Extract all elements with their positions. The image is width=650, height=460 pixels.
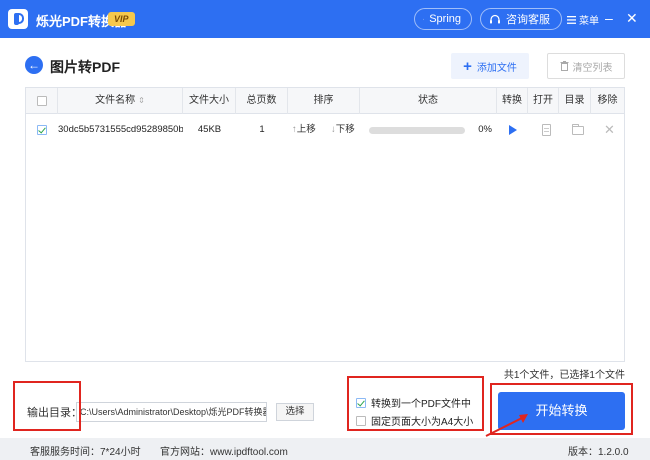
page-title: 图片转PDF xyxy=(50,59,120,75)
remove-icon[interactable]: ✕ xyxy=(604,122,615,138)
title-bar: 烁光PDF转换器 VIP Spring 咨询客服 菜单 – ✕ xyxy=(0,0,650,38)
file-size: 45KB xyxy=(197,124,222,135)
move-up-button[interactable]: ↑上移 xyxy=(292,115,322,145)
move-down-button[interactable]: ↓下移 xyxy=(331,115,361,145)
version: 版本：1.2.0.0 xyxy=(568,447,629,458)
file-name: 30dc5b5731555cd95289850b0b... xyxy=(58,124,183,135)
status-footer: 客服服务时间：7*24小时 官方网站：www.ipdftool.com 版本：1… xyxy=(0,438,650,460)
page-count: 1 xyxy=(259,124,265,135)
clear-list-label: 清空列表 xyxy=(572,62,613,74)
add-file-button[interactable]: + 添加文件 xyxy=(451,53,529,79)
header-open: 打开 xyxy=(528,88,559,114)
user-name: Spring xyxy=(429,13,461,25)
annotation-box-options xyxy=(347,376,484,431)
customer-service-label: 咨询客服 xyxy=(506,14,550,26)
annotation-box-output xyxy=(13,381,81,431)
user-button[interactable]: Spring xyxy=(414,8,472,30)
close-icon[interactable]: ✕ xyxy=(626,10,638,26)
progress-bar xyxy=(369,127,465,134)
menu-label: 菜单 xyxy=(579,16,599,27)
document-icon[interactable] xyxy=(542,124,551,136)
row-checkbox[interactable] xyxy=(37,125,47,135)
sort-icon[interactable]: ⇕ xyxy=(138,96,145,105)
customer-service-button[interactable]: 咨询客服 xyxy=(480,8,562,30)
clear-list-button[interactable]: 清空列表 xyxy=(547,53,625,79)
header-directory: 目录 xyxy=(559,88,591,114)
user-icon xyxy=(423,18,425,20)
progress-text: 0% xyxy=(478,124,492,135)
move-up-label: 上移 xyxy=(296,124,316,135)
headset-icon xyxy=(490,14,500,23)
header-file-size: 文件大小 xyxy=(183,88,236,114)
vip-badge[interactable]: VIP xyxy=(108,12,135,26)
header-select-cell xyxy=(26,88,58,114)
header-file-name[interactable]: 文件名称 ⇕ xyxy=(58,88,183,114)
header-convert: 转换 xyxy=(497,88,528,114)
move-down-label: 下移 xyxy=(335,124,355,135)
file-table: 文件名称 ⇕ 文件大小 总页数 排序 状态 转换 打开 目录 移除 30dc5b5… xyxy=(25,87,625,362)
table-header: 文件名称 ⇕ 文件大小 总页数 排序 状态 转换 打开 目录 移除 xyxy=(26,88,624,114)
service-hours: 客服服务时间：7*24小时 xyxy=(30,447,141,458)
play-icon[interactable] xyxy=(509,125,517,135)
annotation-arrow-icon xyxy=(485,414,528,437)
website[interactable]: 官方网站：www.ipdftool.com xyxy=(160,443,288,458)
app-logo-icon xyxy=(8,9,28,29)
folder-icon[interactable] xyxy=(572,124,584,135)
back-arrow-icon[interactable]: ← xyxy=(25,56,43,74)
choose-button[interactable]: 选择 xyxy=(276,403,314,421)
header-order: 排序 xyxy=(288,88,360,114)
header-status: 状态 xyxy=(360,88,497,114)
hamburger-icon xyxy=(567,15,576,24)
header-remove: 移除 xyxy=(597,95,618,106)
menu-button[interactable]: 菜单 xyxy=(567,12,599,27)
output-path-field[interactable]: C:\Users\Administrator\Desktop\烁光PDF转换器 xyxy=(76,402,267,422)
table-row[interactable]: 30dc5b5731555cd95289850b0b... 45KB 1 ↑上移… xyxy=(26,115,624,145)
header-file-name-label: 文件名称 xyxy=(95,95,136,106)
plus-icon: + xyxy=(463,57,472,75)
select-all-checkbox[interactable] xyxy=(37,96,47,106)
file-summary: 共1个文件，已选择1个文件 xyxy=(503,370,625,381)
minimize-icon[interactable]: – xyxy=(605,10,613,26)
trash-icon xyxy=(560,61,568,71)
header-page-count: 总页数 xyxy=(236,88,288,114)
add-file-label: 添加文件 xyxy=(476,62,517,74)
